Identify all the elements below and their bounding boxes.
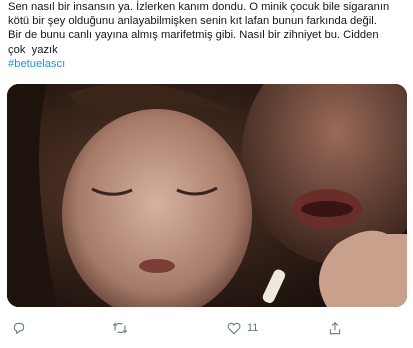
retweet-icon xyxy=(112,322,128,334)
like-button[interactable]: 11 xyxy=(227,313,258,343)
heart-icon xyxy=(227,322,241,334)
tweet-line-4: çok yazık xyxy=(8,43,58,56)
tweet-line-1: Sen nasıl bir insansın ya. İzlerken kanı… xyxy=(8,1,390,13)
share-icon xyxy=(329,321,341,334)
tweet-text: Sen nasıl bir insansın ya. İzlerken kanı… xyxy=(8,0,408,71)
retweet-button[interactable] xyxy=(112,313,128,343)
tweet-media-video[interactable] xyxy=(7,84,407,307)
tweet-line-3: Bir de bunu canlı yayına almış marifetmi… xyxy=(8,29,379,42)
reply-icon xyxy=(13,322,25,335)
like-count: 11 xyxy=(247,322,259,334)
hashtag-link[interactable]: #betuelascı xyxy=(8,58,65,70)
reply-button[interactable] xyxy=(12,313,26,343)
video-thumbnail xyxy=(7,84,407,307)
tweet-line-2: kötü bir şey olduğunu anlayabilmişken se… xyxy=(8,15,377,28)
share-button[interactable] xyxy=(328,313,342,343)
tweet-actions: 11 xyxy=(0,313,413,343)
